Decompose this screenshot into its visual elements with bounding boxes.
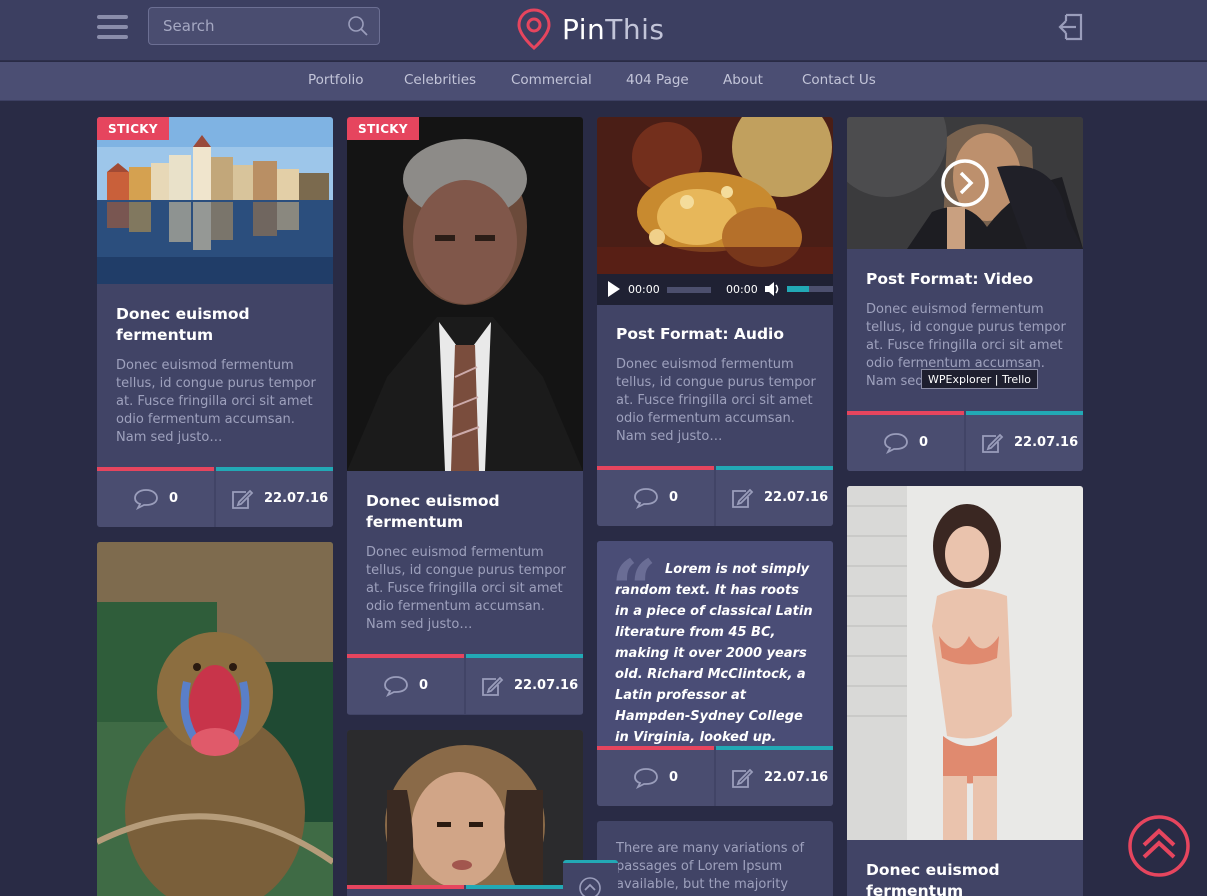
post-card[interactable]: Donec euismod fermentum bbox=[847, 486, 1083, 896]
nav-celebrities[interactable]: Celebrities bbox=[404, 72, 476, 88]
comment-count: 0 bbox=[669, 490, 679, 505]
comment-count: 0 bbox=[919, 435, 929, 450]
quote-text: Lorem is not simply random text. It has … bbox=[615, 562, 813, 745]
post-title[interactable]: Post Format: Video bbox=[866, 269, 1066, 290]
post-card-text[interactable]: There are many variations of passages of… bbox=[597, 821, 833, 896]
post-image-saxophone[interactable] bbox=[597, 117, 833, 274]
audio-current-time: 00:00 bbox=[628, 283, 660, 296]
volume-slider[interactable] bbox=[787, 286, 833, 292]
hamburger-menu-icon[interactable] bbox=[97, 15, 129, 39]
post-date[interactable]: 22.07.16 bbox=[716, 746, 833, 806]
post-excerpt: Donec euismod fermentum tellus, id congu… bbox=[366, 545, 566, 632]
date-text: 22.07.16 bbox=[1014, 435, 1079, 450]
logo-text-this: This bbox=[605, 12, 665, 46]
search-input[interactable] bbox=[149, 8, 334, 44]
edit-icon bbox=[482, 676, 504, 696]
comments-button[interactable]: 0 bbox=[597, 466, 714, 526]
comments-button[interactable]: 0 bbox=[97, 467, 214, 527]
nav-commercial[interactable]: Commercial bbox=[511, 72, 592, 88]
comments-button[interactable]: 0 bbox=[597, 746, 714, 806]
post-excerpt: There are many variations of passages of… bbox=[616, 841, 805, 892]
comment-icon bbox=[884, 433, 908, 454]
date-text: 22.07.16 bbox=[514, 678, 579, 693]
post-excerpt: Donec euismod fermentum tellus, id congu… bbox=[616, 357, 816, 444]
comment-icon bbox=[384, 676, 408, 697]
comment-count: 0 bbox=[419, 678, 429, 693]
post-date[interactable]: 22.07.16 bbox=[966, 411, 1083, 471]
post-card[interactable] bbox=[97, 542, 333, 896]
map-pin-icon bbox=[517, 8, 551, 50]
post-footer: 0 22.07.16 bbox=[97, 467, 333, 527]
post-image-woman-hood[interactable] bbox=[347, 730, 583, 885]
post-footer: 0 22.07.16 bbox=[597, 466, 833, 526]
edit-icon bbox=[732, 768, 754, 788]
comment-icon bbox=[634, 768, 658, 789]
search-icon[interactable] bbox=[347, 15, 369, 37]
nav-portfolio[interactable]: Portfolio bbox=[308, 72, 364, 88]
post-date[interactable]: 22.07.16 bbox=[466, 654, 583, 714]
post-card[interactable] bbox=[347, 730, 583, 896]
post-image-mandrill[interactable] bbox=[97, 542, 333, 896]
post-image-portrait[interactable] bbox=[347, 117, 583, 471]
logo-text-pin: Pin bbox=[562, 12, 606, 46]
sticky-badge: STICKY bbox=[97, 117, 169, 140]
comment-count: 0 bbox=[669, 770, 679, 785]
post-card-video[interactable]: Post Format: Video Donec euismod ferment… bbox=[847, 117, 1083, 471]
main-navigation: Portfolio Celebrities Commercial 404 Pag… bbox=[0, 62, 1207, 101]
edit-icon bbox=[982, 433, 1004, 453]
post-date[interactable]: 22.07.16 bbox=[716, 466, 833, 526]
post-footer: 0 22.07.16 bbox=[847, 411, 1083, 471]
comment-icon bbox=[634, 488, 658, 509]
post-date[interactable]: 22.07.16 bbox=[216, 467, 333, 527]
date-text: 22.07.16 bbox=[764, 490, 829, 505]
nav-contact-us[interactable]: Contact Us bbox=[802, 72, 876, 88]
logout-icon[interactable] bbox=[1056, 12, 1084, 42]
volume-icon[interactable] bbox=[764, 281, 782, 297]
post-card[interactable]: STICKY Donec euismod fermentum Donec eui… bbox=[97, 117, 333, 527]
sticky-badge: STICKY bbox=[347, 117, 419, 140]
post-footer: 0 22.07.16 bbox=[347, 654, 583, 714]
date-text: 22.07.16 bbox=[764, 770, 829, 785]
edit-icon bbox=[232, 489, 254, 509]
video-play-circle-icon[interactable] bbox=[940, 158, 990, 208]
comments-button[interactable]: 0 bbox=[847, 411, 964, 471]
top-bar: PinThis bbox=[0, 0, 1207, 61]
post-title[interactable]: Donec euismod fermentum bbox=[116, 304, 316, 346]
audio-duration: 00:00 bbox=[726, 283, 758, 296]
post-image-woman-window[interactable] bbox=[847, 486, 1083, 840]
date-text: 22.07.16 bbox=[264, 491, 329, 506]
quote-block: “ Lorem is not simply random text. It ha… bbox=[597, 541, 833, 747]
comments-button[interactable]: 0 bbox=[347, 654, 464, 714]
post-card-audio[interactable]: 00:00 00:00 Post Format: Audio Donec eui… bbox=[597, 117, 833, 526]
tooltip: WPExplorer | Trello bbox=[921, 369, 1039, 389]
edit-icon bbox=[732, 488, 754, 508]
post-card-quote[interactable]: “ Lorem is not simply random text. It ha… bbox=[597, 541, 833, 806]
chevron-up-circle-icon bbox=[579, 877, 601, 896]
nav-404-page[interactable]: 404 Page bbox=[626, 72, 689, 88]
post-image-village[interactable] bbox=[97, 117, 333, 284]
scroll-to-top-icon[interactable] bbox=[1127, 814, 1191, 878]
site-logo[interactable]: PinThis bbox=[516, 8, 665, 50]
nav-about[interactable]: About bbox=[723, 72, 763, 88]
post-title[interactable]: Donec euismod fermentum bbox=[866, 860, 1066, 896]
audio-progress-bar[interactable] bbox=[667, 287, 711, 293]
post-card[interactable]: STICKY Donec euismod fermentum Donec eui… bbox=[347, 117, 583, 715]
post-title[interactable]: Donec euismod fermentum bbox=[366, 491, 566, 533]
post-footer: 0 22.07.16 bbox=[597, 746, 833, 806]
audio-player: 00:00 00:00 bbox=[597, 274, 833, 305]
comment-count: 0 bbox=[169, 491, 179, 506]
search-box bbox=[148, 7, 380, 45]
comment-icon bbox=[134, 489, 158, 510]
post-title[interactable]: Post Format: Audio bbox=[616, 324, 816, 345]
footer-accent-red bbox=[347, 885, 464, 889]
load-more-tab[interactable] bbox=[563, 860, 618, 896]
post-excerpt: Donec euismod fermentum tellus, id congu… bbox=[116, 358, 316, 445]
play-icon[interactable] bbox=[607, 281, 621, 297]
